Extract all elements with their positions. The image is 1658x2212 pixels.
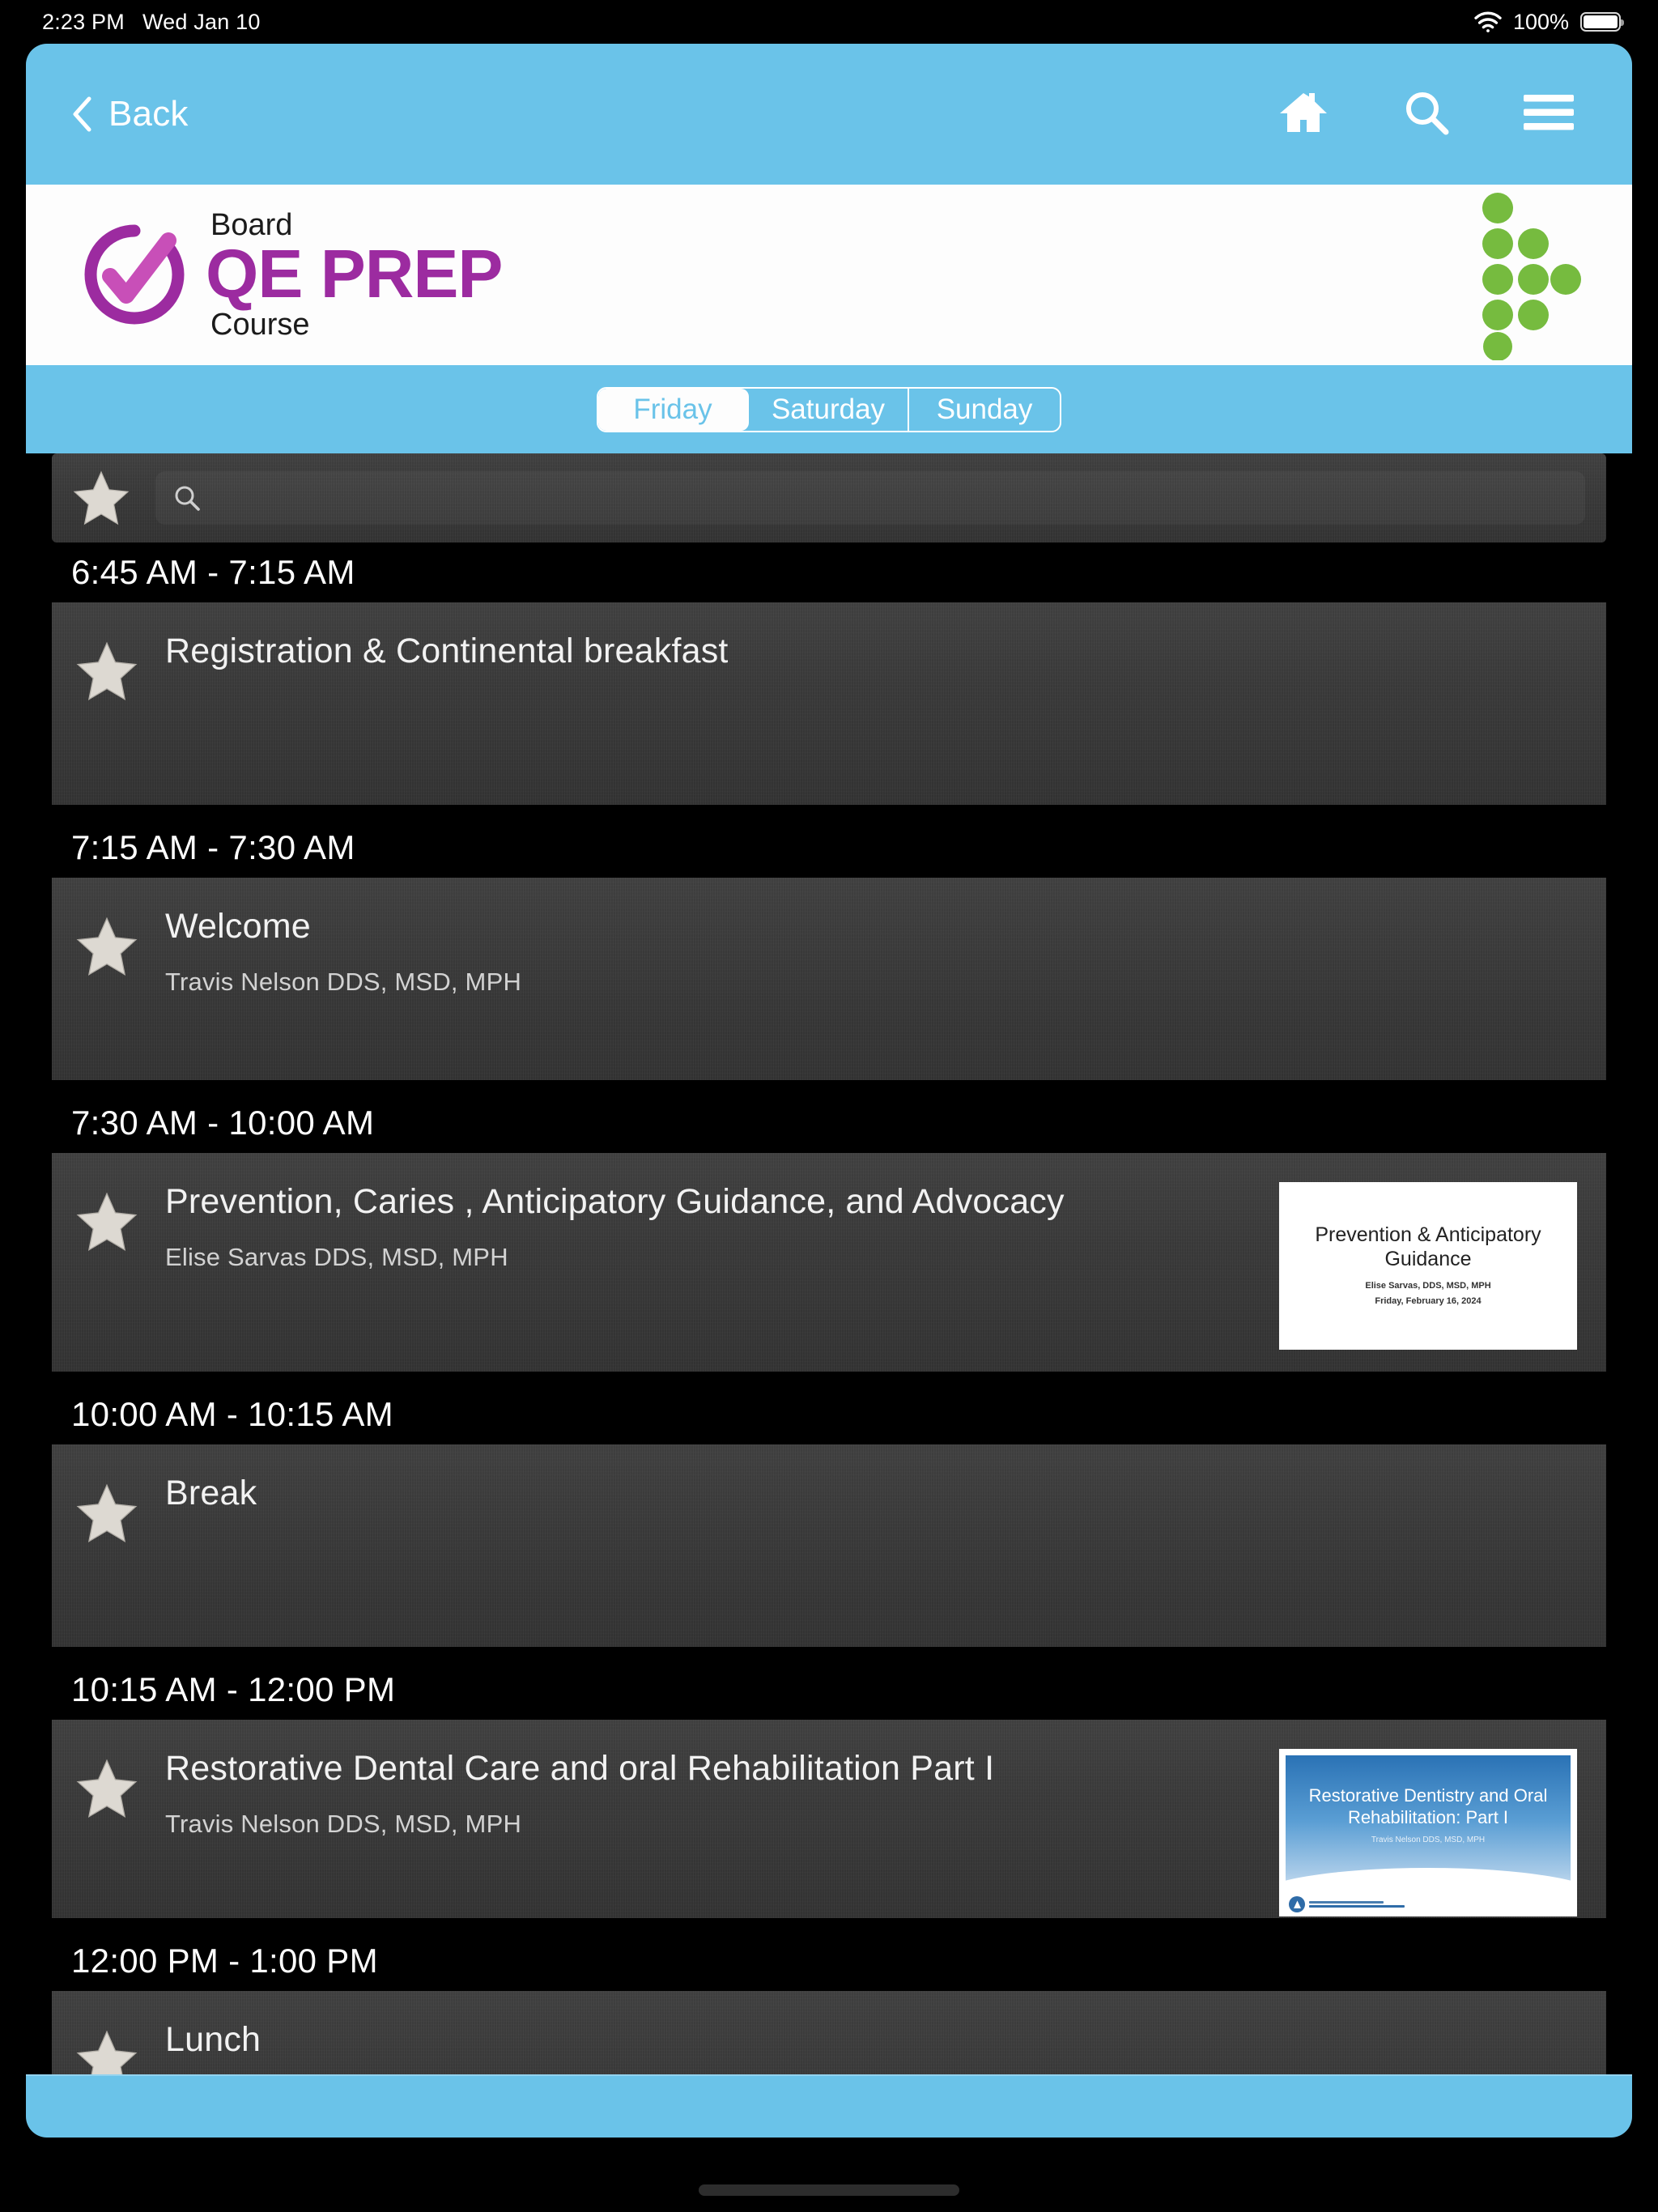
day-tab-sunday[interactable]: Sunday bbox=[909, 389, 1060, 431]
bottom-toolbar bbox=[26, 2074, 1632, 2138]
home-indicator[interactable] bbox=[699, 2184, 959, 2196]
session-row[interactable]: Registration & Continental breakfast bbox=[52, 602, 1606, 805]
thumbnail-title: Prevention & Anticipatory Guidance bbox=[1315, 1223, 1541, 1270]
back-label: Back bbox=[108, 94, 189, 134]
schedule-list[interactable]: 6:45 AM - 7:15 AM Registration & Contine… bbox=[26, 453, 1632, 2138]
session-row[interactable]: Break bbox=[52, 1444, 1606, 1647]
thumbnail-footer-text bbox=[1309, 1901, 1405, 1908]
qe-prep-logo: Board QE PREP Course bbox=[83, 210, 503, 342]
aapd-logo-icon bbox=[1289, 1896, 1305, 1912]
star-icon[interactable] bbox=[76, 1469, 138, 1543]
time-header: 7:15 AM - 7:30 AM bbox=[26, 818, 1632, 878]
session-title: Lunch bbox=[165, 2020, 261, 2059]
wifi-icon bbox=[1474, 11, 1502, 32]
session-thumbnail[interactable]: Restorative Dentistry and Oral Rehabilit… bbox=[1279, 1749, 1577, 1916]
qe-prep-logo-text: Board QE PREP Course bbox=[206, 210, 503, 342]
session-title: Welcome bbox=[165, 907, 311, 946]
session-row[interactable]: Restorative Dental Care and oral Rehabil… bbox=[52, 1720, 1606, 1918]
row-divider bbox=[26, 1918, 1632, 1931]
thumbnail-title: Restorative Dentistry and Oral Rehabilit… bbox=[1308, 1785, 1548, 1827]
row-divider bbox=[26, 1372, 1632, 1385]
day-tab-sunday-label: Sunday bbox=[936, 393, 1033, 425]
search-icon[interactable] bbox=[1402, 88, 1451, 141]
time-header: 10:15 AM - 12:00 PM bbox=[26, 1660, 1632, 1720]
session-title: Break bbox=[165, 1474, 257, 1512]
session-row[interactable]: Welcome Travis Nelson DDS, MSD, MPH bbox=[52, 878, 1606, 1080]
day-tab-saturday[interactable]: Saturday bbox=[749, 388, 910, 431]
brand-header: Board QE PREP Course bbox=[26, 185, 1632, 365]
hamburger-menu-icon[interactable] bbox=[1524, 93, 1574, 136]
home-icon[interactable] bbox=[1278, 89, 1329, 140]
star-icon[interactable] bbox=[76, 1744, 138, 1819]
search-input[interactable] bbox=[212, 484, 1567, 512]
session-title: Prevention, Caries , Anticipatory Guidan… bbox=[165, 1182, 1065, 1221]
thumbnail-subtitle-1: Travis Nelson DDS, MSD, MPH bbox=[1371, 1835, 1486, 1844]
session-body: Break bbox=[138, 1469, 1577, 1513]
day-tab-friday-label: Friday bbox=[633, 393, 712, 425]
time-header: 10:00 AM - 10:15 AM bbox=[26, 1385, 1632, 1444]
session-thumbnail[interactable]: Prevention & Anticipatory Guidance Elise… bbox=[1279, 1182, 1577, 1350]
thumbnail-footer-logo bbox=[1286, 1892, 1571, 1916]
time-header: 6:45 AM - 7:15 AM bbox=[26, 542, 1632, 602]
session-body: Restorative Dental Care and oral Rehabil… bbox=[138, 1744, 1263, 1839]
search-icon bbox=[173, 484, 201, 512]
thumbnail-slide: Restorative Dentistry and Oral Rehabilit… bbox=[1286, 1755, 1571, 1892]
day-tab-friday[interactable]: Friday bbox=[597, 388, 749, 431]
status-bar-date: Wed Jan 10 bbox=[142, 9, 261, 34]
schedule-toolbar bbox=[52, 453, 1606, 542]
session-title: Registration & Continental breakfast bbox=[165, 632, 729, 670]
row-divider bbox=[26, 1080, 1632, 1093]
session-body: Lunch bbox=[138, 2015, 1577, 2060]
session-title: Restorative Dental Care and oral Rehabil… bbox=[165, 1749, 995, 1788]
logo-line-main: QE PREP bbox=[206, 235, 503, 312]
battery-percent-label: 100% bbox=[1512, 9, 1569, 34]
app-window: Back Board QE PREP Course Friday Saturda… bbox=[26, 44, 1632, 2138]
top-navigation-bar: Back bbox=[26, 44, 1632, 185]
star-icon[interactable] bbox=[73, 470, 130, 525]
session-body: Welcome Travis Nelson DDS, MSD, MPH bbox=[138, 902, 1577, 997]
day-selector-bar: Friday Saturday Sunday bbox=[26, 365, 1632, 453]
search-field-wrapper[interactable] bbox=[155, 471, 1585, 525]
star-icon[interactable] bbox=[76, 627, 138, 701]
session-speaker: Travis Nelson DDS, MSD, MPH bbox=[165, 968, 522, 997]
session-body: Registration & Continental breakfast bbox=[138, 627, 1577, 671]
navbar-actions bbox=[1278, 88, 1590, 141]
logo-line-course: Course bbox=[210, 308, 310, 342]
thumbnail-subtitle-2: Friday, February 16, 2024 bbox=[1375, 1296, 1482, 1306]
status-bar-time: 2:23 PM bbox=[42, 9, 125, 34]
session-row[interactable]: Prevention, Caries , Anticipatory Guidan… bbox=[52, 1153, 1606, 1372]
session-speaker: Travis Nelson DDS, MSD, MPH bbox=[165, 1810, 522, 1839]
day-segmented-control: Friday Saturday Sunday bbox=[596, 386, 1062, 432]
battery-full-icon bbox=[1580, 12, 1624, 32]
back-button[interactable]: Back bbox=[71, 94, 189, 134]
time-header: 12:00 PM - 1:00 PM bbox=[26, 1931, 1632, 1991]
session-speaker: Elise Sarvas DDS, MSD, MPH bbox=[165, 1243, 508, 1272]
green-dots-arrow-logo bbox=[1464, 190, 1584, 360]
check-circle-logo-icon bbox=[83, 223, 186, 326]
row-divider bbox=[26, 1647, 1632, 1660]
ios-status-bar: 2:23 PM Wed Jan 10 100% bbox=[0, 0, 1658, 44]
day-tab-saturday-label: Saturday bbox=[771, 393, 886, 425]
session-body: Prevention, Caries , Anticipatory Guidan… bbox=[138, 1177, 1263, 1272]
thumbnail-subtitle-1: Elise Sarvas, DDS, MSD, MPH bbox=[1365, 1281, 1491, 1291]
row-divider bbox=[26, 805, 1632, 818]
star-icon[interactable] bbox=[76, 1177, 138, 1252]
star-icon[interactable] bbox=[76, 902, 138, 976]
status-bar-left: 2:23 PM Wed Jan 10 bbox=[42, 10, 261, 35]
chevron-left-icon bbox=[71, 96, 92, 132]
time-header: 7:30 AM - 10:00 AM bbox=[26, 1093, 1632, 1153]
status-bar-right: 100% bbox=[1474, 9, 1624, 35]
